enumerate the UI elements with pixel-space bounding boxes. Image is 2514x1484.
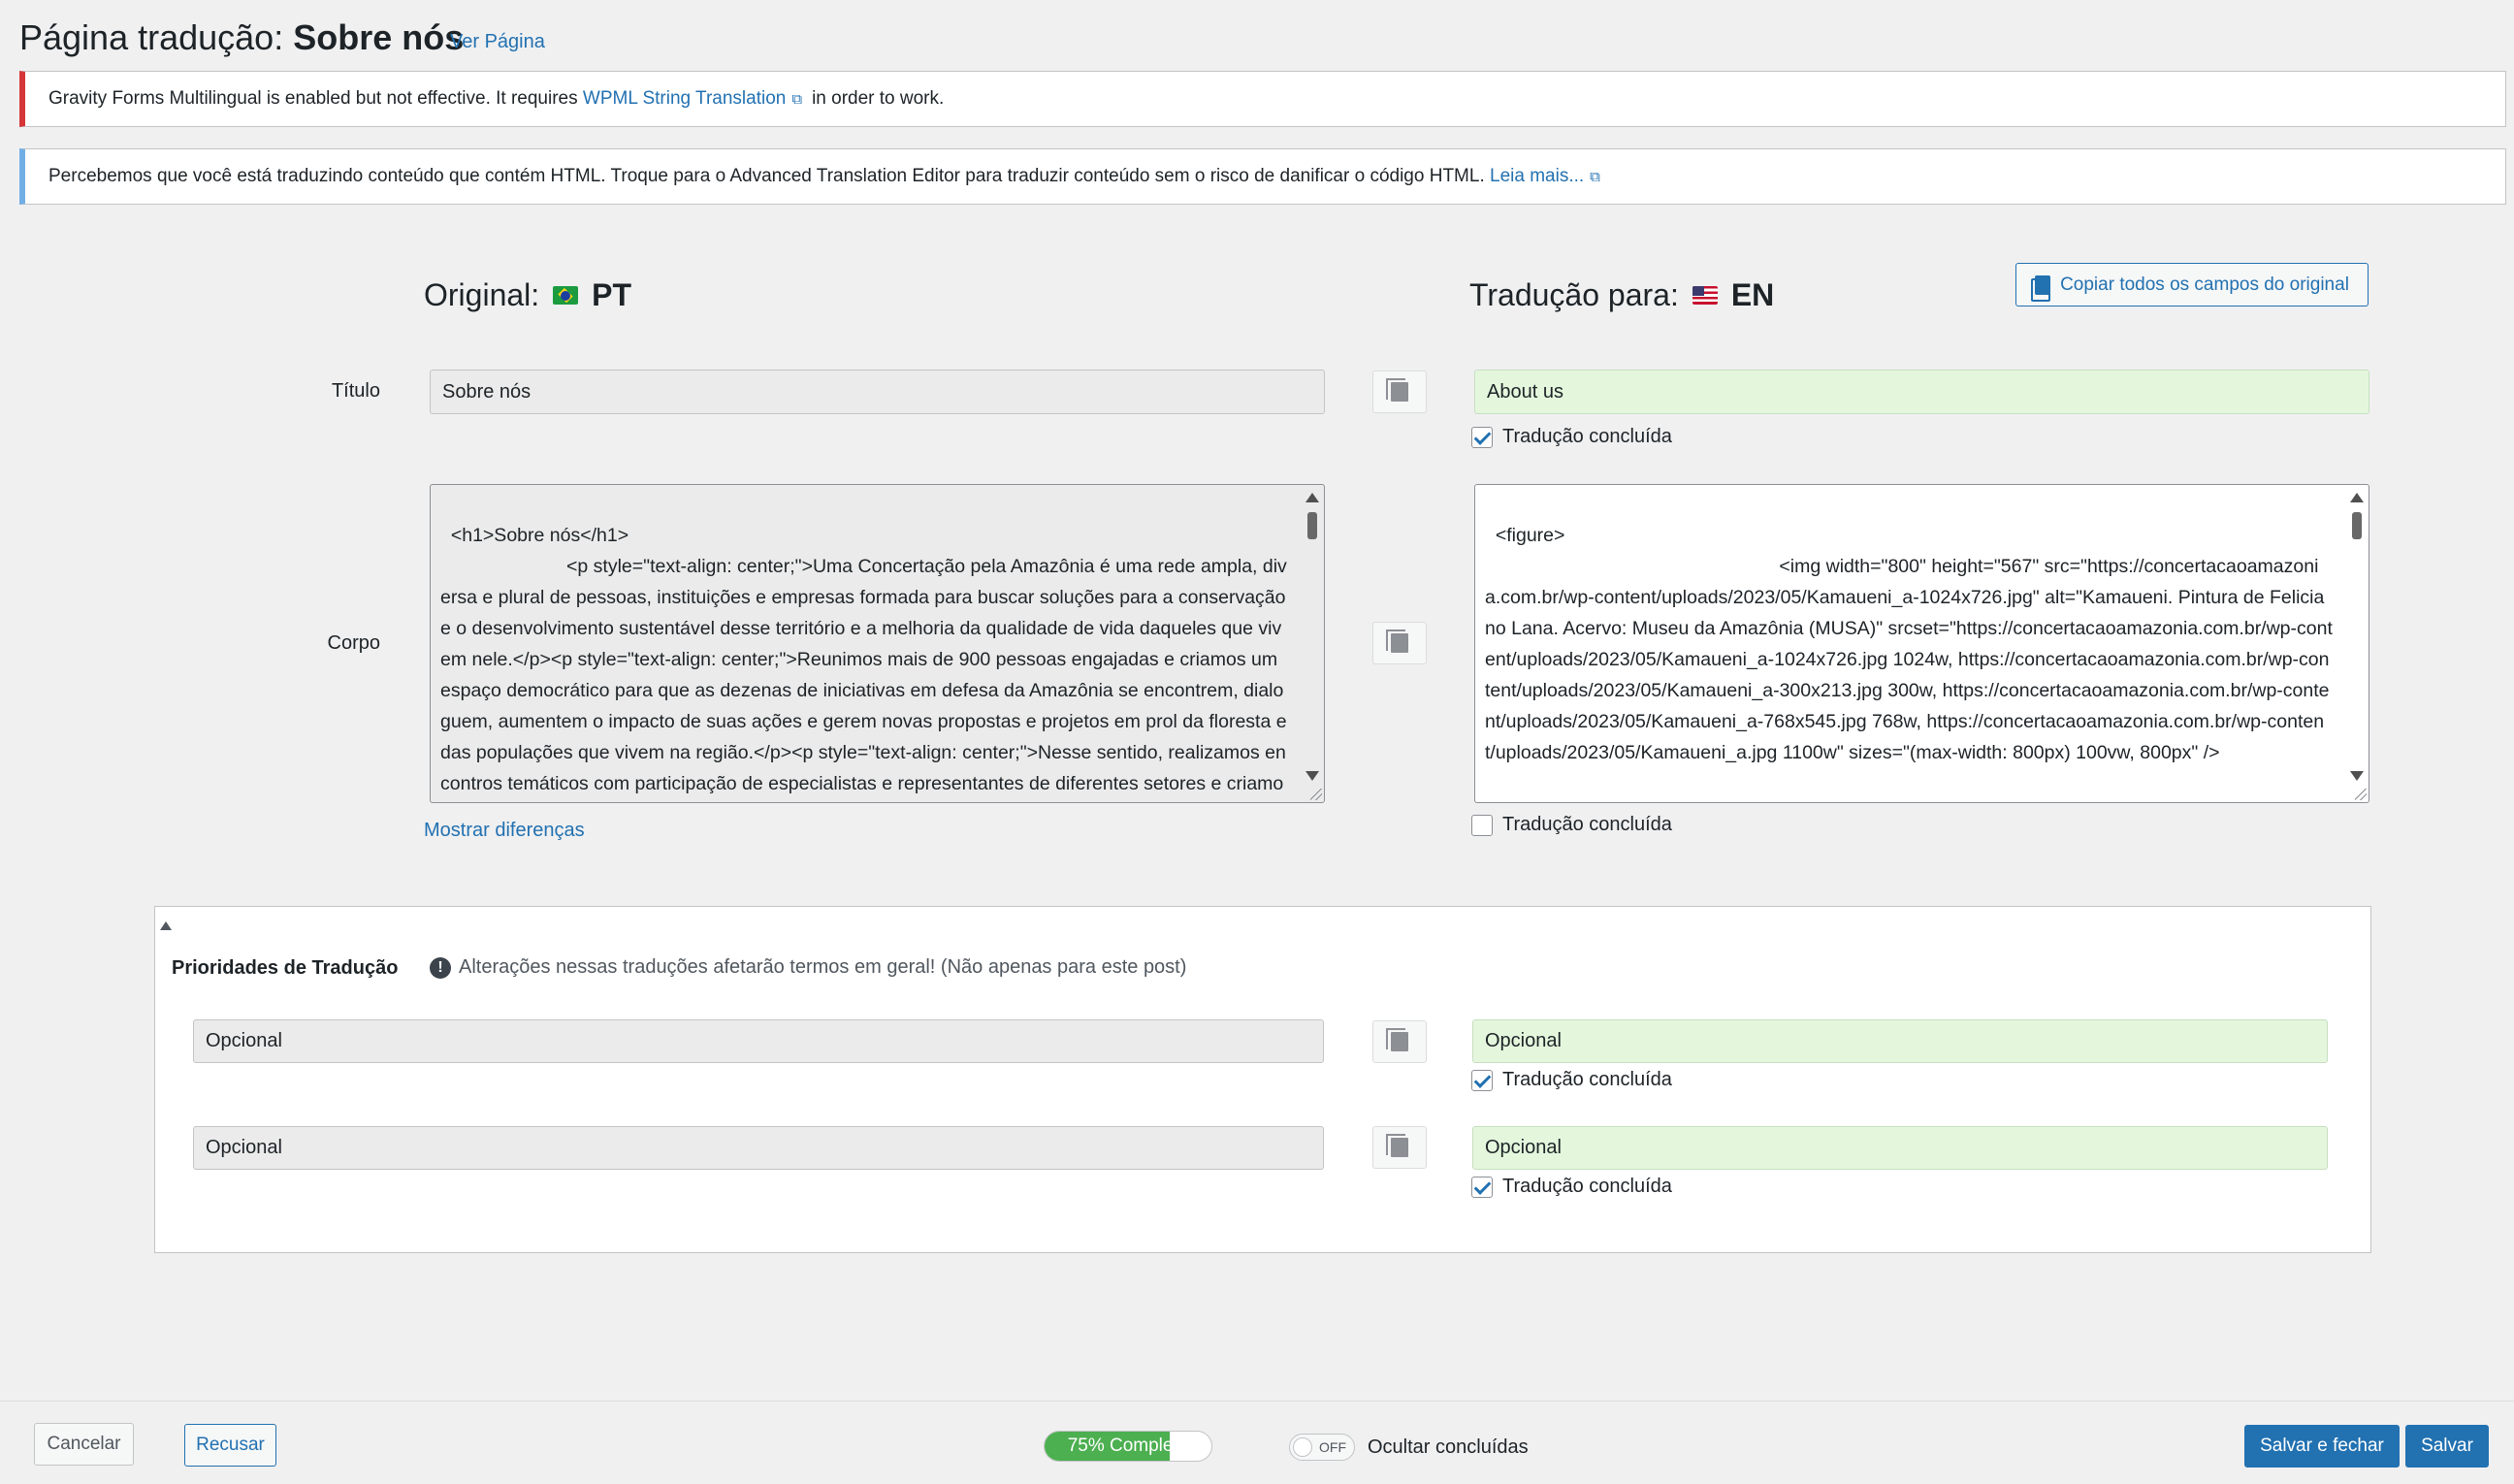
- warning-icon: !: [430, 956, 451, 979]
- scroll-thumb[interactable]: [1307, 512, 1317, 539]
- scroll-down-arrow-icon[interactable]: [1305, 771, 1319, 781]
- copy-body-button[interactable]: [1372, 622, 1427, 664]
- save-and-close-button[interactable]: Salvar e fechar: [2244, 1425, 2400, 1468]
- title-complete-checkbox-row[interactable]: Tradução concluída: [1471, 426, 1672, 448]
- title-field-label: Título: [331, 380, 380, 402]
- notice-info-text: Percebemos que você está traduzindo cont…: [48, 166, 1485, 186]
- title-complete-label: Tradução concluída: [1502, 426, 1672, 447]
- resize-grip-icon[interactable]: [2355, 789, 2367, 800]
- scroll-up-arrow-icon[interactable]: [1305, 493, 1319, 502]
- scroll-up-arrow-icon[interactable]: [2350, 493, 2364, 502]
- collapse-arrow-icon[interactable]: [160, 921, 172, 930]
- title-complete-checkbox[interactable]: [1471, 426, 1493, 448]
- body-original-textarea[interactable]: <h1>Sobre nós</h1> <p style="text-align:…: [430, 484, 1325, 803]
- original-label: Original:: [424, 277, 540, 312]
- scroll-down-arrow-icon[interactable]: [2350, 771, 2364, 781]
- read-more-link[interactable]: Leia mais...: [1490, 166, 1584, 187]
- scrollbar[interactable]: [1303, 487, 1322, 800]
- brazil-flag-icon: [553, 286, 579, 305]
- copy-priority-button[interactable]: [1372, 1126, 1427, 1169]
- priority-complete-label: Tradução concluída: [1502, 1176, 1672, 1197]
- body-translation-textarea[interactable]: <figure> <img width="800" height="567" s…: [1474, 484, 2369, 803]
- translation-language-header: Tradução para: EN: [1469, 277, 1774, 313]
- translation-code: EN: [1730, 277, 1775, 312]
- notice-info: Percebemos que você está traduzindo cont…: [19, 148, 2506, 205]
- decline-button[interactable]: Recusar: [184, 1424, 276, 1467]
- view-page-link[interactable]: Ver Página: [450, 31, 545, 53]
- priority-translation-input[interactable]: Opcional: [1472, 1019, 2328, 1063]
- priority-complete-label: Tradução concluída: [1502, 1069, 1672, 1090]
- page-title-prefix: Página tradução:: [19, 17, 284, 57]
- notice-error-text-after: in order to work.: [812, 88, 945, 109]
- hide-completed-label: Ocultar concluídas: [1368, 1436, 1529, 1458]
- save-button[interactable]: Salvar: [2405, 1425, 2489, 1468]
- copy-icon: [1386, 378, 1408, 402]
- hide-completed-toggle[interactable]: OFF: [1289, 1434, 1355, 1461]
- progress-label: 75% Complete: [1067, 1436, 1189, 1456]
- scrollbar[interactable]: [2347, 487, 2367, 800]
- string-translation-link[interactable]: WPML String Translation: [583, 88, 786, 110]
- priority-original-input[interactable]: Opcional: [193, 1126, 1324, 1170]
- priority-complete-checkbox-row[interactable]: Tradução concluída: [1471, 1069, 1672, 1091]
- usa-flag-icon: [1692, 286, 1718, 305]
- editor-footer: [0, 1401, 2514, 1484]
- notice-error: Gravity Forms Multilingual is enabled bu…: [19, 71, 2506, 127]
- title-original-input[interactable]: Sobre nós: [430, 370, 1325, 414]
- original-language-header: Original: PT: [424, 277, 631, 313]
- copy-icon: [1386, 1028, 1408, 1051]
- body-translation-text: <figure> <img width="800" height="567" s…: [1485, 525, 2333, 763]
- copy-icon: [1386, 1134, 1408, 1157]
- priority-original-input[interactable]: Opcional: [193, 1019, 1324, 1063]
- priority-complete-checkbox[interactable]: [1471, 1069, 1493, 1091]
- toggle-state: OFF: [1319, 1439, 1346, 1455]
- notice-error-text: Gravity Forms Multilingual is enabled bu…: [48, 88, 578, 109]
- copy-all-fields-button[interactable]: Copiar todos os campos do original: [2015, 263, 2369, 306]
- body-complete-checkbox[interactable]: [1471, 814, 1493, 836]
- copy-icon: [2031, 274, 2051, 302]
- copy-priority-button[interactable]: [1372, 1020, 1427, 1063]
- priority-complete-checkbox-row[interactable]: Tradução concluída: [1471, 1176, 1672, 1198]
- priorities-note-text: Alterações nessas traduções afetarão ter…: [459, 956, 1187, 978]
- priorities-note: ! Alterações nessas traduções afetarão t…: [430, 956, 1186, 979]
- body-complete-checkbox-row[interactable]: Tradução concluída: [1471, 814, 1672, 836]
- cancel-button[interactable]: Cancelar: [34, 1423, 134, 1466]
- translation-label: Tradução para:: [1469, 277, 1679, 312]
- copy-icon: [1386, 629, 1408, 653]
- priority-complete-checkbox[interactable]: [1471, 1176, 1493, 1198]
- resize-grip-icon[interactable]: [1310, 789, 1322, 800]
- body-field-label: Corpo: [327, 632, 380, 654]
- copy-title-button[interactable]: [1372, 371, 1427, 413]
- page-title: Página tradução: Sobre nós: [19, 17, 464, 58]
- toggle-knob: [1293, 1437, 1312, 1457]
- body-original-text: <h1>Sobre nós</h1> <p style="text-align:…: [440, 525, 1287, 794]
- page-title-name: Sobre nós: [293, 17, 465, 57]
- external-link-icon: ⧉: [791, 90, 803, 108]
- show-differences-link[interactable]: Mostrar diferenças: [424, 820, 585, 842]
- original-code: PT: [592, 277, 632, 312]
- copy-all-label: Copiar todos os campos do original: [2060, 274, 2349, 295]
- scroll-thumb[interactable]: [2352, 512, 2362, 539]
- priority-translation-input[interactable]: Opcional: [1472, 1126, 2328, 1170]
- external-link-icon: ⧉: [1590, 168, 1600, 185]
- priorities-title: Prioridades de Tradução: [172, 957, 399, 979]
- title-translation-input[interactable]: About us: [1474, 370, 2369, 414]
- progress-bar: 75% Complete: [1044, 1431, 1212, 1462]
- body-complete-label: Tradução concluída: [1502, 814, 1672, 835]
